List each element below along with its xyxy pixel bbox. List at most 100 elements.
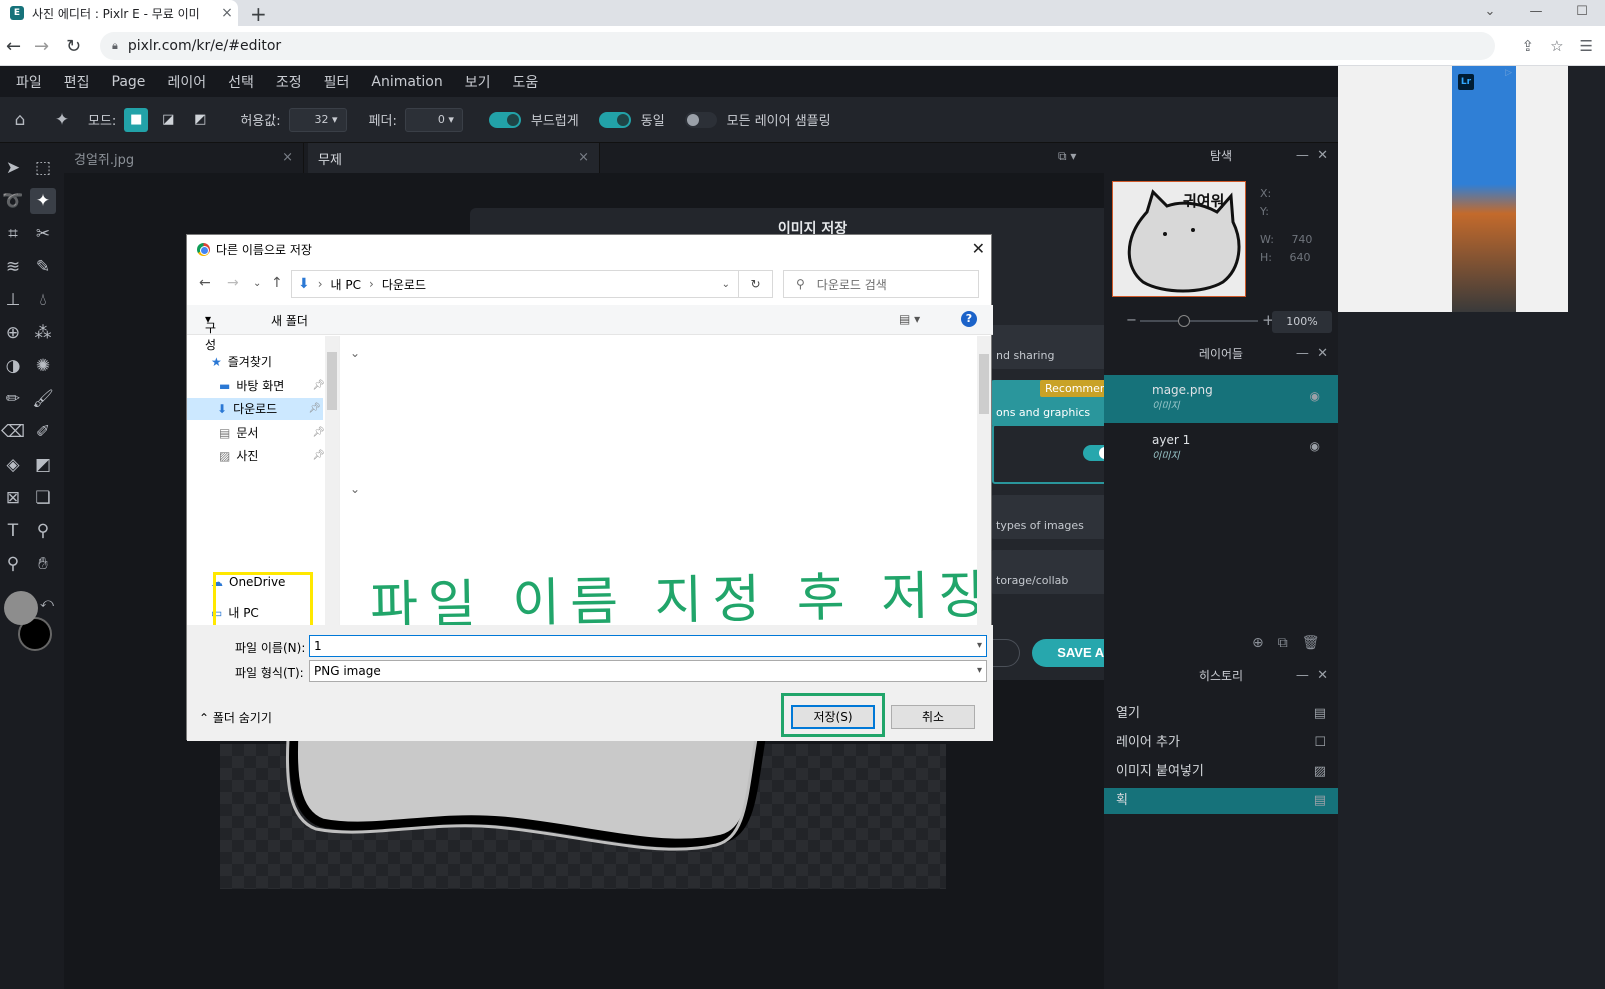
menu-view[interactable]: 보기 — [465, 72, 491, 92]
breadcrumb[interactable]: ⬇ › 내 PC › 다운로드 ⌄ — [291, 270, 739, 298]
text-tool-icon[interactable]: T — [0, 518, 26, 544]
close-icon[interactable]: × — [282, 150, 293, 165]
cancel-button[interactable]: 취소 — [891, 705, 975, 729]
home-icon[interactable]: ⌂ — [6, 110, 34, 130]
browser-tab[interactable]: E 사진 에디터 : Pixlr E - 무료 이미 × — [0, 0, 238, 26]
up-icon[interactable]: ↑ — [271, 275, 283, 291]
delete-layer-icon[interactable]: 🗑︎ — [1302, 635, 1320, 651]
panel-controls[interactable]: — ✕ — [1296, 341, 1328, 367]
clone-tool-icon[interactable]: ⊥ — [0, 287, 26, 313]
history-item[interactable]: 열기 ▤ — [1104, 701, 1338, 727]
crop-tool-icon[interactable]: ⌗ — [0, 221, 26, 247]
brush-tool-icon[interactable]: 🖌︎ — [30, 386, 56, 412]
reading-list-icon[interactable]: ☰ — [1580, 37, 1593, 55]
image-placeholder-tool-icon[interactable]: ⊠ — [0, 485, 26, 511]
filetype-select[interactable]: PNG image ▾ — [309, 660, 987, 682]
layer-item[interactable]: ayer 1 이미지 ◉ — [1104, 425, 1338, 473]
menu-layer[interactable]: 레이어 — [167, 72, 206, 92]
liquify-tool-icon[interactable]: ≋ — [0, 254, 26, 280]
mode-add-button[interactable]: ◪ — [156, 108, 180, 132]
ad-panel[interactable]: Lr ▷ — [1338, 66, 1568, 312]
gradient-tool-icon[interactable]: ◩ — [30, 452, 56, 478]
sample-all-toggle[interactable] — [684, 111, 717, 128]
new-tab-button[interactable]: + — [250, 2, 267, 26]
tree-pictures[interactable]: ▨ 사진 📌︎ — [219, 445, 327, 467]
mode-subtract-button[interactable]: ◩ — [188, 108, 212, 132]
forward-icon[interactable]: → — [227, 275, 239, 291]
layer-item[interactable]: mage.png 이미지 ◉ — [1104, 375, 1338, 423]
contiguous-toggle[interactable] — [598, 111, 631, 128]
filename-input[interactable]: 1 ▾ — [309, 635, 987, 657]
tree-documents[interactable]: ▤ 문서 📌︎ — [219, 422, 327, 444]
doc-tab-1[interactable]: 경얼쥐.jpg × — [64, 143, 304, 173]
minimize-button[interactable]: — — [1513, 0, 1559, 26]
hand-tool-icon[interactable]: ✋︎ — [30, 551, 56, 577]
menu-page[interactable]: Page — [112, 74, 146, 90]
zoom-value[interactable]: 100% — [1272, 311, 1332, 333]
add-layer-icon[interactable]: ⊕ — [1252, 635, 1264, 651]
wand-tool-icon[interactable]: ✦ — [30, 188, 56, 214]
share-icon[interactable]: ⇪ — [1522, 37, 1535, 55]
navigator-thumbnail[interactable]: 귀여워 — [1112, 181, 1246, 297]
recent-dropdown-icon[interactable]: ⌄ — [253, 278, 261, 289]
menu-filter[interactable]: 필터 — [324, 72, 350, 92]
lightroom-ad-banner[interactable]: Lr ▷ — [1452, 66, 1516, 312]
mode-new-button[interactable]: ■ — [124, 107, 149, 132]
tree-quick-access[interactable]: ★ 즐겨찾기 — [211, 351, 319, 373]
tab-search-icon[interactable]: ⌄ — [1467, 0, 1513, 26]
menu-animation[interactable]: Animation — [371, 74, 442, 90]
cutout-tool-icon[interactable]: ✂ — [30, 221, 56, 247]
history-item[interactable]: 레이어 추가 ☐ — [1104, 730, 1338, 756]
forward-icon[interactable]: → — [34, 36, 49, 57]
close-icon[interactable]: × — [578, 150, 589, 165]
help-icon[interactable]: ? — [961, 311, 977, 327]
foreground-color-swatch[interactable] — [4, 591, 38, 625]
group-collapse-icon[interactable]: ⌄ — [350, 482, 360, 496]
hide-folders-button[interactable]: ⌃ 폴더 숨기기 — [199, 709, 272, 726]
panel-controls[interactable]: — ✕ — [1296, 663, 1328, 689]
visibility-eye-icon[interactable]: ◉ — [1310, 439, 1320, 453]
smooth-toggle[interactable] — [488, 111, 521, 128]
zoom-out-icon[interactable]: − — [1126, 313, 1137, 328]
maximize-button[interactable]: ☐ — [1559, 0, 1605, 26]
feather-select[interactable]: 0 ▾ — [404, 107, 463, 132]
history-item[interactable]: 이미지 붙여넣기 ▨ — [1104, 759, 1338, 785]
refresh-icon[interactable]: ↻ — [739, 270, 773, 298]
window-arrange-icon[interactable]: ⧉ ▾ — [1058, 149, 1076, 164]
dots-tool-icon[interactable]: ⁂ — [30, 320, 56, 346]
reload-icon[interactable]: ↻ — [66, 36, 81, 57]
group-collapse-icon[interactable]: ⌄ — [350, 346, 360, 360]
chevron-down-icon[interactable]: ▾ — [977, 636, 982, 656]
eraser-tool-icon[interactable]: ⌫ — [0, 419, 26, 445]
swap-colors-icon[interactable]: ⤺ — [40, 596, 54, 611]
shape-tool-icon[interactable]: ❏ — [30, 485, 56, 511]
visibility-eye-icon[interactable]: ◉ — [1310, 389, 1320, 403]
tab-close-icon[interactable]: × — [216, 5, 238, 21]
blur-tool-icon[interactable]: 💧︎ — [30, 287, 56, 313]
history-item[interactable]: 획 ▤ — [1104, 788, 1338, 814]
chevron-down-icon[interactable]: ⌄ — [722, 279, 730, 290]
file-list[interactable]: ⌄ ⌄ 파일 이름 지정 후 저장 — [339, 336, 997, 636]
chevron-down-icon[interactable]: ▾ — [977, 661, 982, 681]
menu-select[interactable]: 선택 — [228, 72, 254, 92]
bookmark-star-icon[interactable]: ☆ — [1550, 37, 1563, 55]
ad-close-icon[interactable]: ▷ — [1505, 68, 1512, 78]
view-options-icon[interactable]: ▤ ▾ — [899, 312, 920, 326]
tree-downloads[interactable]: ⬇ 다운로드 📌︎ — [187, 398, 323, 420]
doc-tab-2[interactable]: 무제 × — [308, 143, 600, 173]
eyedropper-tool-icon[interactable]: ⚲ — [30, 518, 56, 544]
panel-controls[interactable]: — ✕ — [1296, 143, 1328, 169]
tolerance-select[interactable]: 32 ▾ — [288, 107, 347, 132]
back-icon[interactable]: ← — [6, 36, 21, 57]
zoom-tool-icon[interactable]: ⚲ — [0, 551, 26, 577]
marquee-tool-icon[interactable]: ⬚ — [30, 155, 56, 181]
tree-scrollbar[interactable] — [325, 336, 339, 625]
duplicate-layer-icon[interactable]: ⧉ — [1278, 635, 1288, 651]
dodge-tool-icon[interactable]: ◑ — [0, 353, 26, 379]
heal-tool-icon[interactable]: ✎ — [30, 254, 56, 280]
secondary-button[interactable] — [990, 639, 1020, 667]
sponge-tool-icon[interactable]: ⊕ — [0, 320, 26, 346]
burn-tool-icon[interactable]: ✺ — [30, 353, 56, 379]
menu-file[interactable]: 파일 — [16, 72, 42, 92]
search-input[interactable]: ⚲ 다운로드 검색 — [783, 270, 979, 298]
